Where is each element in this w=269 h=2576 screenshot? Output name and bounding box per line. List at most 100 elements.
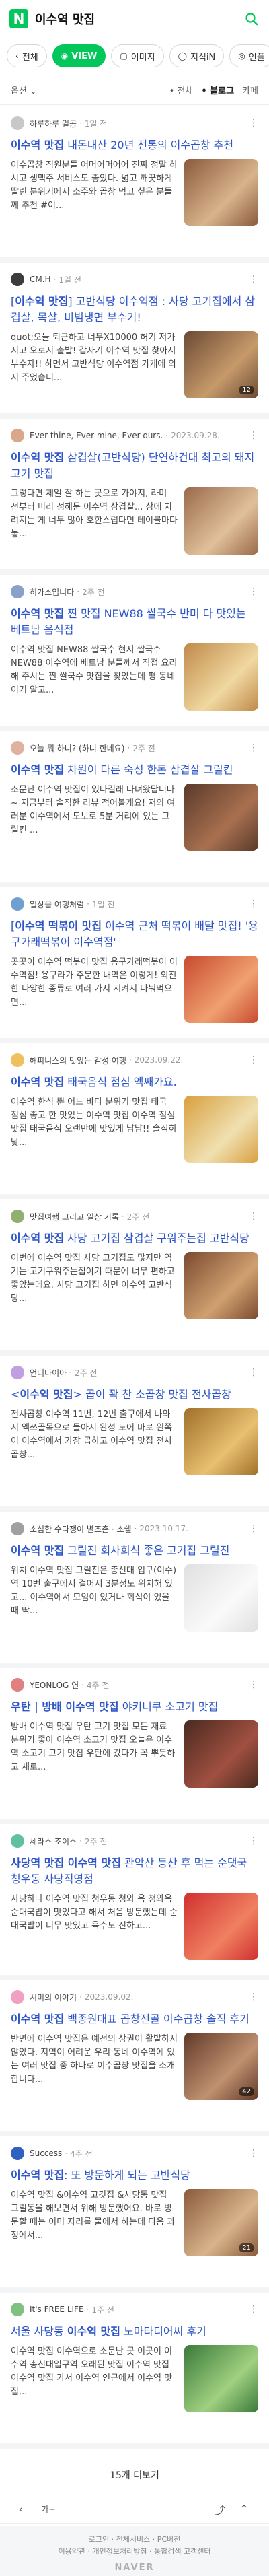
avatar[interactable] xyxy=(11,116,24,130)
result-snippet[interactable]: 사당하나 이수역 맛집 청우동 청와 옥 청와옥 순대국밥이 맛있다고 해서 처… xyxy=(11,1893,184,1960)
result-card[interactable]: 시미의 이야기 · 2023.09.02. ⋮ 이수역 맛집 백종원대표 곱창전골 이수… xyxy=(0,1980,269,2136)
more-icon[interactable]: ⋮ xyxy=(249,430,258,441)
avatar[interactable] xyxy=(11,1522,24,1535)
author-name[interactable]: 소심한 수다쟁이 별조촌 · 소쉘 xyxy=(30,1523,132,1535)
more-icon[interactable]: ⋮ xyxy=(249,2304,258,2315)
author-name[interactable]: Success xyxy=(30,2149,62,2158)
more-icon[interactable]: ⋮ xyxy=(249,1523,258,1534)
avatar[interactable] xyxy=(11,741,24,755)
result-thumbnail[interactable] xyxy=(184,159,258,226)
more-icon[interactable]: ⋮ xyxy=(249,1679,258,1690)
result-title[interactable]: 이수역 맛집 그릴진 회사회식 좋은 고기집 그릴진 xyxy=(11,1543,258,1559)
result-title[interactable]: [이수역 맛집] 고반식당 이수역점 : 사당 고기집에서 삼겹살, 목살, 비… xyxy=(11,293,258,326)
search-query[interactable]: 이수역 맛집 xyxy=(35,10,237,28)
avatar[interactable] xyxy=(11,2303,24,2316)
options-button[interactable]: 옵션 ⌄ xyxy=(11,83,161,96)
more-icon[interactable]: ⋮ xyxy=(249,1367,258,1378)
result-card[interactable]: 세라스 조이스 · 2주 전 ⋮ 사당역 맛집 이수역 맛집 관악산 등산 후 먹는 순… xyxy=(0,1824,269,1980)
result-title[interactable]: 우탄 | 방배 이수역 맛집 야키니쿠 소고기 맛집 xyxy=(11,1699,258,1715)
result-thumbnail[interactable] xyxy=(184,1408,258,1475)
result-thumbnail[interactable] xyxy=(184,956,258,1023)
result-card[interactable]: 일상을 여행처럼 · 1일 전 ⋮ [이수역 떡볶이 맛집 이수역 근처 떡볶이 배달 … xyxy=(0,887,269,1043)
result-snippet[interactable]: 소문난 이수역 맛집이 있다길래 다녀왔답니다~ 지금부터 솔직한 리뷰 적어볼… xyxy=(11,784,184,851)
result-thumbnail[interactable] xyxy=(184,1720,258,1788)
avatar[interactable] xyxy=(11,585,24,598)
sort-cafe[interactable]: 카페 xyxy=(242,83,258,96)
more-icon[interactable]: ⋮ xyxy=(249,2148,258,2159)
result-title[interactable]: 이수역 맛집 백종원대표 곱창전골 이수곱창 솔직 후기 xyxy=(11,2011,258,2027)
more-icon[interactable]: ⋮ xyxy=(249,899,258,909)
result-title[interactable]: <이수역 맛집> 곱이 꽉 찬 소곱창 맛집 전사곱창 xyxy=(11,1387,258,1403)
footer-links[interactable]: 로그인 · 전체서비스 · PC버전 xyxy=(0,2534,269,2546)
result-thumbnail[interactable] xyxy=(184,1096,258,1163)
avatar[interactable] xyxy=(11,897,24,911)
result-title[interactable]: 서울 사당동 이수역 맛집 노마타디어씨 후기 xyxy=(11,2324,258,2340)
author-name[interactable]: 일상을 여행처럼 xyxy=(30,899,84,910)
result-card[interactable]: YEONLOG 연 · 4주 전 ⋮ 우탄 | 방배 이수역 맛집 야키니쿠 소고기 맛… xyxy=(0,1668,269,1824)
sort-all[interactable]: • 전체 xyxy=(169,83,194,96)
result-snippet[interactable]: 이번에 이수역 맛집 사당 고기집도 많지만 역기는 고기구워주는집이기 때문에… xyxy=(11,1252,184,1319)
author-name[interactable]: 해피니스의 맛있는 감성 여행 xyxy=(30,1055,126,1066)
result-thumbnail[interactable] xyxy=(184,487,258,555)
scroll-top-icon[interactable]: ⌃ xyxy=(234,2499,254,2519)
result-thumbnail[interactable]: 42 xyxy=(184,2033,258,2100)
result-snippet[interactable]: 이수역 맛집 이수역으로 소문난 곳 이곳이 이수역 총신대입구역 오래된 맛집… xyxy=(11,2345,184,2412)
result-thumbnail[interactable]: 21 xyxy=(184,2189,258,2256)
result-thumbnail[interactable] xyxy=(184,784,258,851)
tab-kin[interactable]: ◯ 지식iN xyxy=(169,44,225,67)
avatar[interactable] xyxy=(11,2147,24,2160)
author-name[interactable]: 언더다이아 xyxy=(30,1367,67,1379)
result-card[interactable]: 소심한 수다쟁이 별조촌 · 소쉘 · 2023.10.17. ⋮ 이수역 맛집 그릴진… xyxy=(0,1512,269,1668)
avatar[interactable] xyxy=(11,1834,24,1848)
result-thumbnail[interactable] xyxy=(184,1893,258,1960)
result-thumbnail[interactable] xyxy=(184,2345,258,2412)
result-title[interactable]: 이수역 맛집 사당 고기집 삼겹살 구워주는집 고반식당 xyxy=(11,1230,258,1247)
result-card[interactable]: 맛집여행 그리고 일상 기록 · 2주 전 ⋮ 이수역 맛집 사당 고기집 삼겹살 구워… xyxy=(0,1199,269,1356)
result-thumbnail[interactable]: 12 xyxy=(184,331,258,398)
result-card[interactable]: 히가소입니다 · 2주 전 ⋮ 이수역 맛집 찐 맛집 NEW88 쌀국수 반미 다 맛… xyxy=(0,575,269,731)
result-card[interactable]: 오늘 뭐 하니? (하니 한네요) · 2주 전 ⋮ 이수역 맛집 차원이 다른 숙성 … xyxy=(0,731,269,887)
author-name[interactable]: Ever thine, Ever mine, Ever ours. xyxy=(30,431,163,440)
result-card[interactable]: Ever thine, Ever mine, Ever ours. · 2023.0… xyxy=(0,419,269,575)
search-icon[interactable] xyxy=(243,11,260,27)
result-title[interactable]: 이수역 맛집 내돈내산 20년 전통의 이수곱창 추천 xyxy=(11,137,258,153)
author-name[interactable]: 히가소입니다 xyxy=(30,586,74,598)
result-title[interactable]: 이수역 맛집 찐 맛집 NEW88 쌀국수 반미 다 맛있는 베트남 음식점 xyxy=(11,606,258,638)
more-icon[interactable]: ⋮ xyxy=(249,742,258,753)
author-name[interactable]: 시미의 이야기 xyxy=(30,1992,77,2003)
avatar[interactable] xyxy=(11,273,24,286)
result-title[interactable]: 이수역 맛집 태국음식 점심 엑쌔가요. xyxy=(11,1074,258,1090)
more-icon[interactable]: ⋮ xyxy=(249,274,258,285)
author-name[interactable]: 맛집여행 그리고 일상 기록 xyxy=(30,1211,119,1222)
share-icon[interactable]: ⤴ xyxy=(210,2499,230,2519)
more-icon[interactable]: ⋮ xyxy=(249,586,258,597)
tab-influencer[interactable]: ◎ 인플 xyxy=(229,44,269,67)
more-icon[interactable]: ⋮ xyxy=(249,118,258,129)
result-snippet[interactable]: 이수역 맛집 NEW88 쌀국수 현지 쌀국수 NEW88 이수역에 베트남 분… xyxy=(11,643,184,711)
result-card[interactable]: 언더다이아 · 2주 전 ⋮ <이수역 맛집> 곱이 꽉 찬 소곱창 맛집 전사곱창 전사… xyxy=(0,1356,269,1512)
result-title[interactable]: [이수역 떡볶이 맛집 이수역 근처 떡볶이 배달 맛집! '용구가래떡볶이 이… xyxy=(11,918,258,950)
avatar[interactable] xyxy=(11,1210,24,1223)
result-thumbnail[interactable] xyxy=(184,1252,258,1319)
more-icon[interactable]: ⋮ xyxy=(249,1992,258,2003)
result-snippet[interactable]: 그렇다면 제일 잘 하는 곳으로 가야지, 라며 전부터 미리 정해둔 이수역 … xyxy=(11,487,184,555)
result-snippet[interactable]: quot;오늘 퇴근하고 너무X10000 허기 져가지고 오로지 출발! 갑자… xyxy=(11,331,184,398)
naver-logo[interactable]: N xyxy=(9,9,28,28)
tab-view[interactable]: ◉ VIEW xyxy=(52,44,106,67)
author-name[interactable]: 오늘 뭐 하니? (하니 한네요) xyxy=(30,742,124,754)
result-card[interactable]: 해피니스의 맛있는 감성 여행 · 2023.09.22. ⋮ 이수역 맛집 태국음식 … xyxy=(0,1043,269,1199)
avatar[interactable] xyxy=(11,429,24,442)
back-icon[interactable]: ‹ xyxy=(11,2499,31,2519)
more-icon[interactable]: ⋮ xyxy=(249,1836,258,1846)
result-snippet[interactable]: 전사곱창 이수역 11번, 12번 출구에서 나와서 엑쓰골목으로 돌아서 완성… xyxy=(11,1408,184,1475)
author-name[interactable]: YEONLOG 연 xyxy=(30,1679,79,1691)
result-card[interactable]: Success · 4주 전 ⋮ 이수역 맛집: 또 방문하게 되는 고반식당 이수역 맛… xyxy=(0,2136,269,2293)
font-size-button[interactable]: 가+ xyxy=(35,2499,62,2519)
footer-policy-links[interactable]: 이용약관 · 개인정보처리방침 · 통합검색 고객센터 xyxy=(0,2546,269,2558)
result-snippet[interactable]: 이수역 한식 뿐 어느 바다 분위기 맛집 태국 점심 좋고 한 맛있는 이수역… xyxy=(11,1096,184,1163)
result-card[interactable]: 하루하루 일공 · 1일 전 ⋮ 이수역 맛집 내돈내산 20년 전통의 이수곱창 추천… xyxy=(0,106,269,263)
author-name[interactable]: CM.H xyxy=(30,275,51,284)
result-snippet[interactable]: 이수곱창 직원분들 어머어머어어 진짜 정말 하시고 생맥주 서비스도 좋았다.… xyxy=(11,159,184,226)
author-name[interactable]: 세라스 조이스 xyxy=(30,1836,77,1847)
author-name[interactable]: 하루하루 일공 xyxy=(30,118,77,129)
